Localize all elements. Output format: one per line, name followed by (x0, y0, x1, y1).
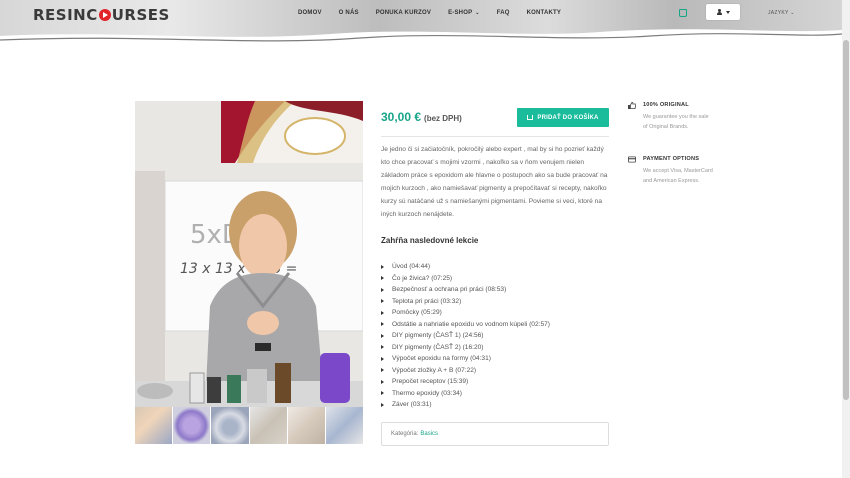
product-thumbnails (135, 407, 364, 444)
user-menu-button[interactable] (706, 4, 740, 20)
triangle-right-icon (381, 379, 384, 384)
lesson-item: Pomôcky (05:29) (381, 307, 550, 319)
lesson-label: Pomôcky (05:29) (392, 309, 442, 316)
triangle-right-icon (381, 333, 384, 338)
feature-text: We accept Visa, MasterCard and American … (643, 168, 713, 184)
lesson-label: Čo je živica? (07:25) (392, 274, 453, 282)
nav-item-kontakty[interactable]: KONTAKTY (527, 10, 562, 16)
lesson-item: Odstátie a nahriatie epoxidu vo vodnom k… (381, 319, 550, 331)
product-description: Je jedno či si začiatočník, pokročilý al… (381, 146, 608, 218)
price-value: 30,00 € (381, 110, 422, 124)
lesson-label: Záver (03:31) (392, 401, 432, 408)
triangle-right-icon (381, 276, 384, 281)
lesson-item: Teplota pri práci (03:32) (381, 296, 550, 308)
product-main-image[interactable]: 5xD 13 x 13 x 9 06 = (135, 101, 363, 407)
lesson-label: Teplota pri práci (03:32) (392, 297, 462, 305)
language-selector[interactable]: JAZYKY ⌄ (768, 10, 795, 16)
thumbnail-6[interactable] (325, 407, 364, 444)
logo-text-right: URSES (111, 6, 170, 24)
lesson-item: Záver (03:31) (381, 399, 550, 411)
nav-item-o-nas[interactable]: O NÁS (339, 10, 359, 16)
lessons-title: Zahŕňa nasledovné lekcie (381, 236, 479, 245)
scrollbar-thumb[interactable] (843, 40, 849, 400)
category-link[interactable]: Basics (420, 431, 438, 437)
nav-item-e-shop[interactable]: E-SHOP ⌄ (448, 10, 480, 16)
lesson-label: DIY pigmenty (ČASŤ 2) (16:20) (392, 343, 484, 351)
nav-item-faq[interactable]: FAQ (497, 10, 510, 16)
credit-card-icon (628, 156, 636, 163)
lesson-label: Výpočet epoxidu na formy (04:31) (392, 355, 491, 362)
lesson-item: DIY pigmenty (ČASŤ 1) (24:56) (381, 330, 550, 342)
triangle-right-icon (381, 391, 384, 396)
feature-text: We guarantee you the sale of Original Br… (643, 114, 709, 130)
feature-original: 100% ORIGINAL We guarantee you the sale … (628, 102, 718, 142)
lesson-label: DIY pigmenty (ČASŤ 1) (24:56) (392, 332, 484, 339)
site-header: RESINC URSES DOMOV O NÁS PONUKA KURZOV E-… (0, 0, 842, 48)
add-to-cart-button[interactable]: PRIDAŤ DO KOŠÍKA (517, 108, 609, 127)
main-nav: DOMOV O NÁS PONUKA KURZOV E-SHOP ⌄ FAQ KO… (298, 10, 578, 16)
thumbs-up-icon (628, 102, 636, 109)
user-icon (716, 9, 722, 15)
language-label: JAZYKY (768, 10, 789, 16)
cart-icon[interactable] (679, 9, 687, 17)
triangle-right-icon (381, 402, 384, 407)
vat-note: (bez DPH) (424, 114, 462, 123)
lesson-label: Výpočet zložky A + B (07:22) (392, 366, 477, 374)
triangle-right-icon (381, 368, 384, 373)
scrollbar[interactable] (842, 0, 850, 478)
triangle-right-icon (381, 322, 384, 327)
category-box: Kategória: Basics (381, 422, 609, 446)
lesson-item: DIY pigmenty (ČASŤ 2) (16:20) (381, 342, 550, 354)
lesson-item: Výpočet epoxidu na formy (04:31) (381, 353, 550, 365)
chevron-down-icon: ⌄ (475, 10, 480, 16)
lesson-label: Thermo epoxidy (03:34) (392, 389, 463, 397)
thumbnail-2[interactable] (173, 407, 211, 444)
lesson-label: Úvod (04:44) (392, 263, 431, 270)
feature-payment: PAYMENT OPTIONS We accept Visa, MasterCa… (628, 156, 718, 196)
lessons-list: Úvod (04:44) Čo je živica? (07:25) Bezpe… (381, 261, 550, 411)
feature-title: 100% ORIGINAL (643, 102, 689, 108)
lesson-item: Prepočet receptov (15:39) (381, 376, 550, 388)
nav-item-ponuka-kurzov[interactable]: PONUKA KURZOV (376, 10, 431, 16)
lesson-label: Odstátie a nahriatie epoxidu vo vodnom k… (392, 320, 550, 328)
triangle-right-icon (381, 264, 384, 269)
triangle-right-icon (381, 299, 384, 304)
lesson-label: Bezpečnosť a ochrana pri práci (08:53) (392, 286, 507, 293)
lesson-item: Výpočet zložky A + B (07:22) (381, 365, 550, 377)
thumbnail-5[interactable] (287, 407, 325, 444)
triangle-right-icon (381, 345, 384, 350)
triangle-right-icon (381, 310, 384, 315)
triangle-right-icon (381, 356, 384, 361)
cart-icon (527, 115, 534, 120)
add-to-cart-label: PRIDAŤ DO KOŠÍKA (537, 114, 599, 121)
lesson-item: Čo je živica? (07:25) (381, 273, 550, 285)
lesson-item: Bezpečnosť a ochrana pri práci (08:53) (381, 284, 550, 296)
site-logo[interactable]: RESINC URSES (33, 6, 170, 24)
lesson-label: Prepočet receptov (15:39) (392, 378, 469, 385)
thumbnail-1[interactable] (135, 407, 173, 444)
logo-text-left: RESINC (33, 6, 98, 24)
instructor-photo: 5xD 13 x 13 x 9 06 = (135, 101, 363, 407)
lesson-item: Úvod (04:44) (381, 261, 550, 273)
triangle-right-icon (381, 287, 384, 292)
category-label: Kategória: (391, 431, 419, 437)
thumbnail-3[interactable] (211, 407, 249, 444)
thumbnail-4[interactable] (249, 407, 287, 444)
lesson-item: Thermo epoxidy (03:34) (381, 388, 550, 400)
nav-item-e-shop-label: E-SHOP (448, 10, 473, 16)
header-wave (0, 29, 842, 48)
logo-play-icon (98, 9, 111, 21)
feature-title: PAYMENT OPTIONS (643, 156, 700, 162)
divider (381, 136, 609, 137)
caret-down-icon (725, 10, 730, 14)
price: 30,00 € (bez DPH) (381, 110, 462, 124)
nav-item-domov[interactable]: DOMOV (298, 10, 322, 16)
